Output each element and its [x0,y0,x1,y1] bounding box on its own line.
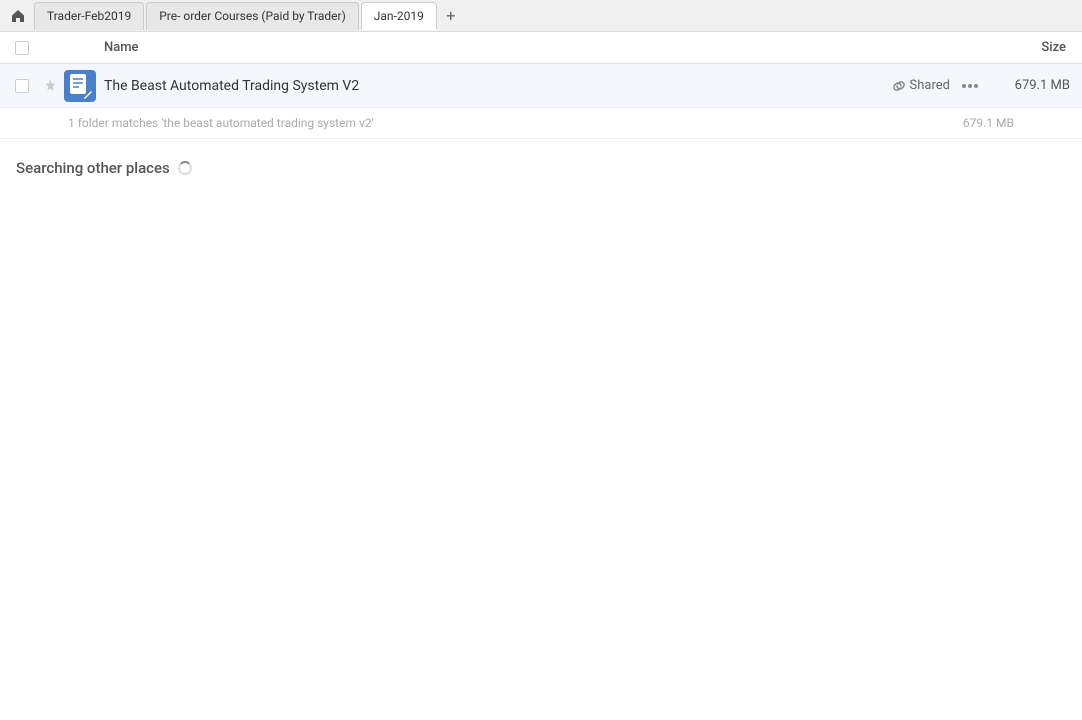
star-button[interactable] [36,79,64,93]
dot3 [974,84,978,88]
searching-text: Searching other places [16,159,170,177]
file-size-label: 679.1 MB [994,78,1074,93]
file-type-icon [64,70,96,102]
file-name-label: The Beast Automated Trading System V2 [104,78,892,94]
home-tab[interactable] [4,2,32,30]
column-header-row: Name Size [0,32,1082,64]
column-name-header: Name [104,40,974,55]
star-icon [43,79,57,93]
match-info-text: 1 folder matches 'the beast automated tr… [68,116,374,130]
match-info-row: 1 folder matches 'the beast automated tr… [0,108,1082,139]
shared-badge: Shared [892,78,950,93]
select-all-checkbox[interactable] [15,41,29,55]
tab-bar: Trader-Feb2019 Pre- order Courses (Paid … [0,0,1082,32]
file-checkbox-col [8,79,36,93]
add-tab-button[interactable]: + [439,4,463,28]
pencil-icon [83,89,93,99]
file-checkbox[interactable] [15,79,29,93]
tab-pre-order-courses[interactable]: Pre- order Courses (Paid by Trader) [146,2,359,30]
home-icon [11,9,25,23]
tab-trader-feb2019[interactable]: Trader-Feb2019 [34,2,144,30]
file-row[interactable]: The Beast Automated Trading System V2 Sh… [0,64,1082,108]
more-actions-button[interactable] [962,84,978,88]
searching-section: Searching other places [0,139,1082,197]
tab-jan-2019[interactable]: Jan-2019 [361,2,437,30]
match-info-size: 679.1 MB [963,116,1014,130]
dot1 [962,84,966,88]
link-icon [892,79,906,93]
loading-spinner [178,161,192,175]
header-checkbox-col [8,41,36,55]
searching-label: Searching other places [16,159,1066,177]
column-size-header: Size [974,40,1074,55]
shared-label: Shared [910,78,950,93]
dot2 [968,84,972,88]
